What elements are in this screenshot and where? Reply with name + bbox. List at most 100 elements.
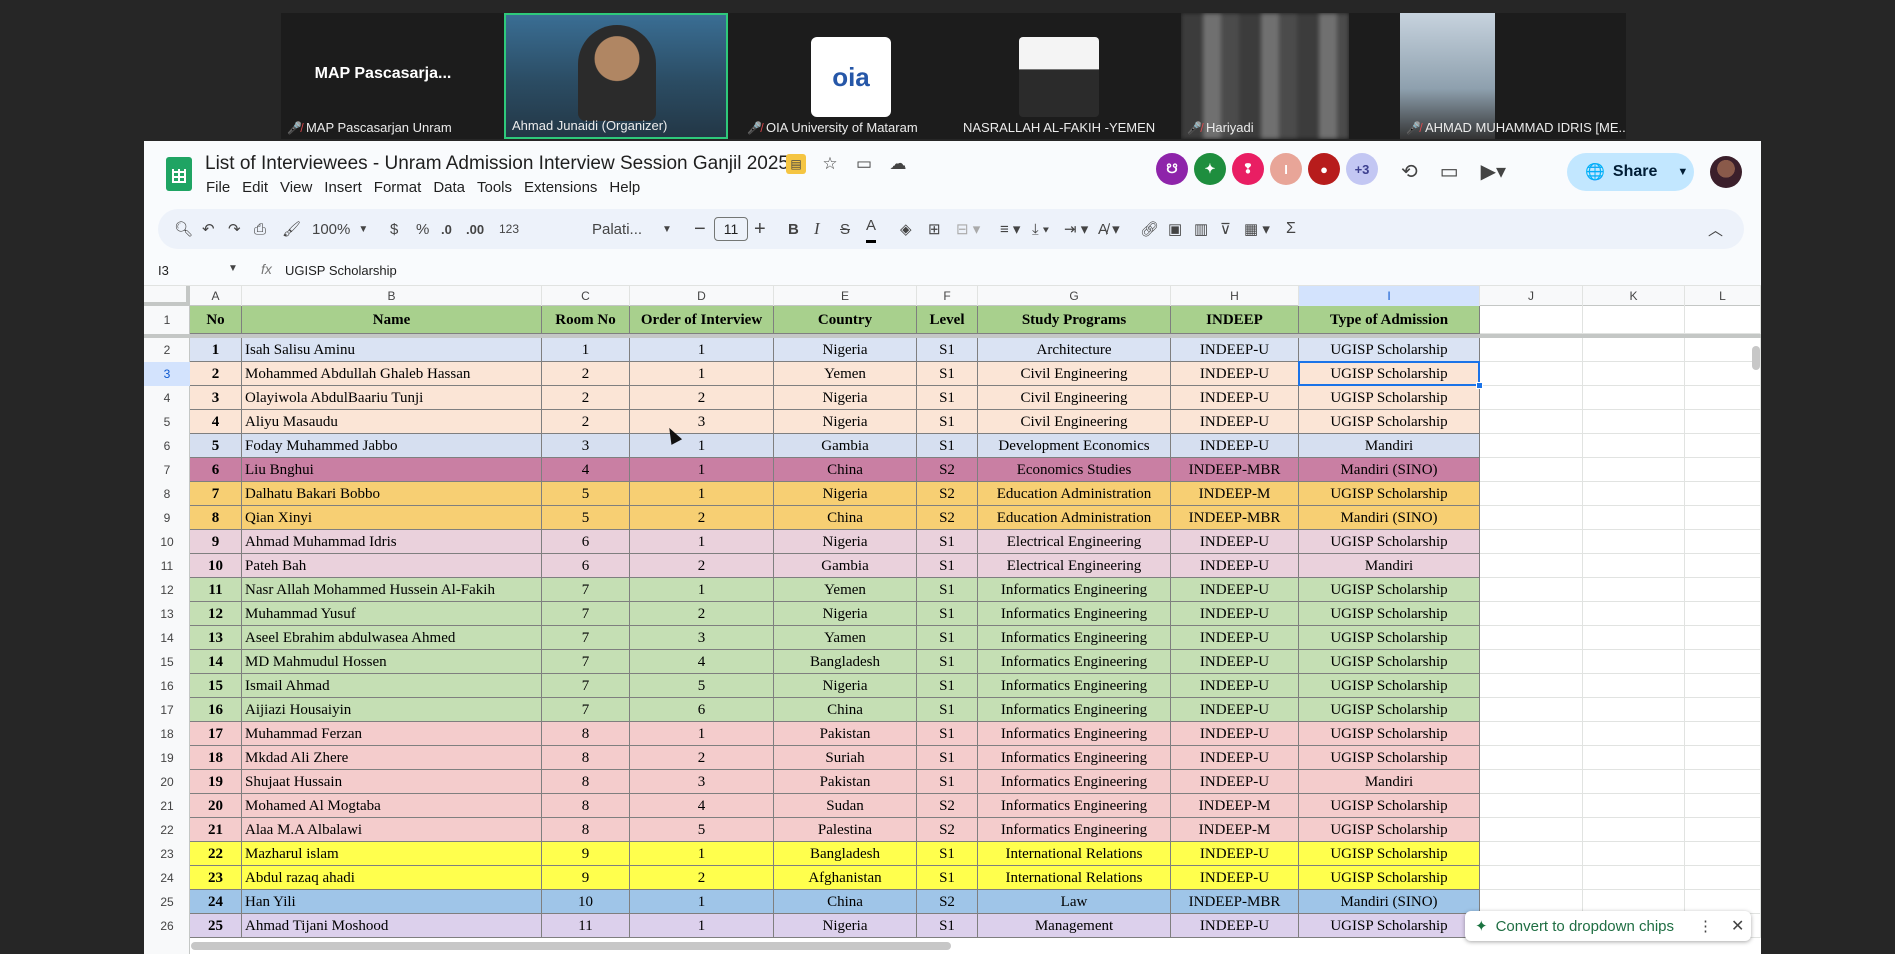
increase-font-size-button[interactable]: + — [754, 209, 766, 249]
empty-cell[interactable] — [1480, 602, 1583, 626]
cell-admission[interactable]: UGISP Scholarship — [1299, 482, 1480, 506]
text-wrapping-icon[interactable]: ⇥ ▾ — [1064, 209, 1088, 249]
cell-admission[interactable]: UGISP Scholarship — [1299, 842, 1480, 866]
empty-cell[interactable] — [1480, 674, 1583, 698]
undo-icon[interactable]: ↶ — [202, 209, 215, 249]
cell-admission[interactable]: Mandiri — [1299, 554, 1480, 578]
cell-indeep[interactable]: INDEEP-U — [1171, 530, 1299, 554]
cell-admission[interactable]: UGISP Scholarship — [1299, 722, 1480, 746]
cell-admission[interactable]: UGISP Scholarship — [1299, 386, 1480, 410]
cell-country[interactable]: Pakistan — [774, 770, 917, 794]
cell-program[interactable]: Civil Engineering — [978, 386, 1171, 410]
cell-indeep[interactable]: INDEEP-U — [1171, 626, 1299, 650]
cell-order[interactable]: 1 — [630, 722, 774, 746]
column-header-d[interactable]: D — [630, 286, 774, 306]
row-header[interactable]: 25 — [144, 890, 190, 914]
more-formats-button[interactable]: 123 — [499, 209, 519, 249]
cell-name[interactable]: Alaa M.A Albalawi — [242, 818, 542, 842]
empty-cell[interactable] — [1480, 386, 1583, 410]
cell-level[interactable]: S2 — [917, 458, 978, 482]
fill-handle[interactable] — [1476, 382, 1483, 389]
row-header[interactable]: 4 — [144, 386, 190, 410]
menu-edit[interactable]: Edit — [242, 179, 276, 196]
cell-room[interactable]: 2 — [542, 362, 630, 386]
cell-admission[interactable]: Mandiri — [1299, 434, 1480, 458]
vertical-scrollbar[interactable] — [1752, 346, 1760, 370]
cell-name[interactable]: Mohamed Al Mogtaba — [242, 794, 542, 818]
cell-admission[interactable]: UGISP Scholarship — [1299, 338, 1480, 362]
cell-level[interactable]: S1 — [917, 866, 978, 890]
cell-name[interactable]: Pateh Bah — [242, 554, 542, 578]
format-currency-button[interactable]: $ — [390, 209, 398, 249]
print-icon[interactable]: ⎙ — [254, 209, 266, 249]
row-header[interactable]: 14 — [144, 626, 190, 650]
column-header-j[interactable]: J — [1480, 286, 1583, 306]
header-cell[interactable]: Name — [242, 306, 542, 334]
cell-no[interactable]: 8 — [190, 506, 242, 530]
row-header[interactable]: 22 — [144, 818, 190, 842]
participant-tile[interactable]: MAP Pascasarja... 🎤̸ MAP Pascasarjan Unra… — [281, 13, 485, 139]
menu-view[interactable]: View — [280, 179, 320, 196]
cell-order[interactable]: 3 — [630, 410, 774, 434]
cell-name[interactable]: Ismail Ahmad — [242, 674, 542, 698]
cell-order[interactable]: 4 — [630, 794, 774, 818]
empty-cell[interactable] — [1685, 386, 1761, 410]
empty-cell[interactable] — [1480, 410, 1583, 434]
cell-program[interactable]: Informatics Engineering — [978, 674, 1171, 698]
cell-country[interactable]: Nigeria — [774, 914, 917, 938]
empty-cell[interactable] — [1480, 578, 1583, 602]
cell-admission[interactable]: Mandiri — [1299, 770, 1480, 794]
cell-level[interactable]: S2 — [917, 794, 978, 818]
cell-program[interactable]: Electrical Engineering — [978, 554, 1171, 578]
insert-comment-icon[interactable]: ▣ — [1168, 209, 1182, 249]
menu-file[interactable]: File — [206, 179, 238, 196]
cell-room[interactable]: 7 — [542, 650, 630, 674]
cell-program[interactable]: Informatics Engineering — [978, 578, 1171, 602]
redo-icon[interactable]: ↷ — [228, 209, 241, 249]
more-options-icon[interactable]: ⋮ — [1698, 917, 1713, 935]
empty-cell[interactable] — [1685, 674, 1761, 698]
cell-order[interactable]: 2 — [630, 386, 774, 410]
row-header[interactable]: 1 — [144, 306, 190, 334]
empty-cell[interactable] — [1685, 626, 1761, 650]
empty-cell[interactable] — [1583, 842, 1685, 866]
cell-country[interactable]: Yemen — [774, 578, 917, 602]
cell-admission[interactable]: Mandiri (SINO) — [1299, 458, 1480, 482]
row-header[interactable]: 23 — [144, 842, 190, 866]
column-header-i[interactable]: I — [1299, 286, 1480, 306]
row-header[interactable]: 8 — [144, 482, 190, 506]
empty-cell[interactable] — [1583, 482, 1685, 506]
cell-program[interactable]: International Relations — [978, 842, 1171, 866]
merge-cells-icon[interactable]: ⊟ ▾ — [956, 209, 980, 249]
empty-cell[interactable] — [1583, 338, 1685, 362]
empty-cell[interactable] — [1480, 722, 1583, 746]
cell-country[interactable]: Nigeria — [774, 338, 917, 362]
comments-icon[interactable]: ▭ — [1440, 159, 1459, 184]
cell-room[interactable]: 3 — [542, 434, 630, 458]
sheets-logo-icon[interactable] — [166, 157, 192, 191]
menu-format[interactable]: Format — [374, 179, 430, 196]
empty-cell[interactable] — [1583, 866, 1685, 890]
cell-indeep[interactable]: INDEEP-M — [1171, 482, 1299, 506]
menu-tools[interactable]: Tools — [477, 179, 520, 196]
cell-country[interactable]: Sudan — [774, 794, 917, 818]
cell-room[interactable]: 8 — [542, 722, 630, 746]
participant-tile-active-speaker[interactable]: Ahmad Junaidi (Organizer) — [504, 13, 728, 139]
cell-room[interactable]: 6 — [542, 530, 630, 554]
empty-cell[interactable] — [1685, 698, 1761, 722]
empty-cell[interactable] — [1583, 698, 1685, 722]
cell-room[interactable]: 9 — [542, 842, 630, 866]
empty-cell[interactable] — [1685, 482, 1761, 506]
collaborator-avatar[interactable]: ✦ — [1194, 153, 1226, 185]
cell-no[interactable]: 11 — [190, 578, 242, 602]
empty-cell[interactable] — [1685, 506, 1761, 530]
empty-cell[interactable] — [1583, 434, 1685, 458]
empty-cell[interactable] — [1583, 674, 1685, 698]
cell-country[interactable]: Gambia — [774, 434, 917, 458]
cell-level[interactable]: S1 — [917, 530, 978, 554]
cell-country[interactable]: Yemen — [774, 362, 917, 386]
cell-name[interactable]: Nasr Allah Mohammed Hussein Al-Fakih — [242, 578, 542, 602]
insert-link-icon[interactable]: 🔗︎ — [1140, 209, 1159, 249]
collapse-toolbar-icon[interactable]: ︿ — [1708, 209, 1723, 249]
cell-indeep[interactable]: INDEEP-U — [1171, 770, 1299, 794]
